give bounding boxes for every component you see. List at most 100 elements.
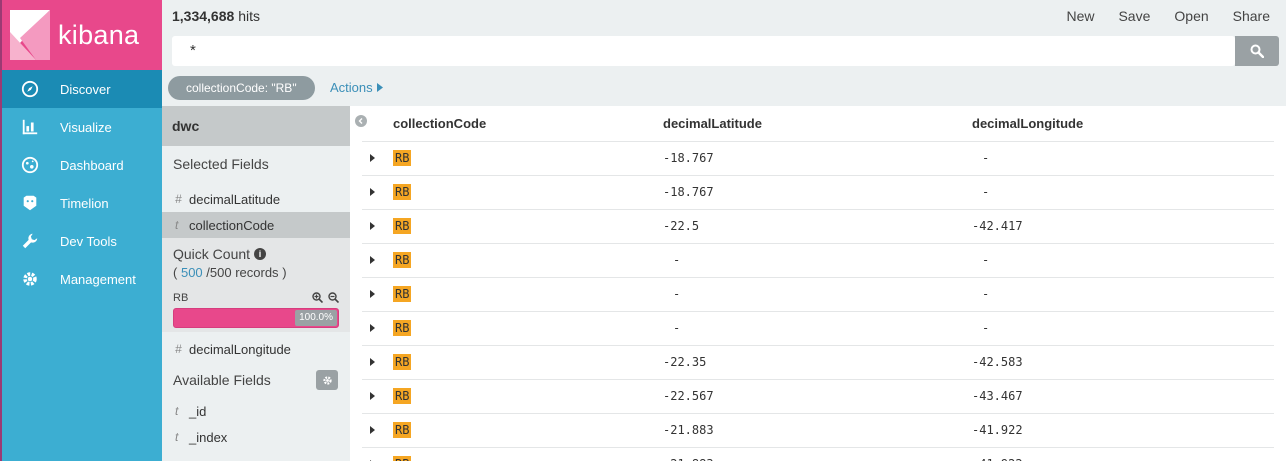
- table-body: RB -18.767- RB -18.767- RB -22.5 -42.417 RB - - RB…: [362, 141, 1274, 461]
- table-cell-collectionCode: RB: [393, 447, 663, 461]
- compass-icon: [20, 79, 40, 99]
- search-button[interactable]: [1235, 36, 1279, 66]
- table-cell-decimalLatitude: -: [663, 311, 972, 346]
- kibana-logo[interactable]: kibana: [2, 0, 162, 70]
- quick-count-value: RB: [173, 292, 189, 304]
- expand-row-cell[interactable]: [362, 447, 393, 461]
- table-cell-decimalLongitude: -42.417: [972, 209, 1274, 244]
- nav-item-label: Visualize: [60, 119, 112, 135]
- expand-row-cell[interactable]: [362, 413, 393, 448]
- field-settings-button[interactable]: [316, 370, 338, 390]
- dashboard-icon: [20, 155, 40, 175]
- nav-item-visualize[interactable]: Visualize: [2, 108, 162, 146]
- table-header-row: collectionCode decimalLatitude decimalLo…: [362, 106, 1274, 142]
- info-icon[interactable]: i: [254, 248, 267, 260]
- highlighted-value: RB: [393, 354, 412, 370]
- index-pattern-title[interactable]: dwc: [162, 106, 350, 146]
- table-row[interactable]: RB -21.883-41.922: [362, 413, 1274, 448]
- field-sidebar: dwc Selected Fields # decimalLatitude t …: [162, 106, 350, 461]
- highlighted-value: RB: [393, 456, 412, 461]
- document-table-area: collectionCode decimalLatitude decimalLo…: [350, 106, 1286, 461]
- record-count-link[interactable]: 500: [181, 265, 203, 280]
- table-row[interactable]: RB -22.5 -42.417: [362, 209, 1274, 244]
- table-row[interactable]: RB - -: [362, 277, 1274, 312]
- table-row[interactable]: RB -22.35 -42.583: [362, 345, 1274, 380]
- field-decimalLongitude[interactable]: # decimalLongitude: [162, 336, 350, 362]
- search-input[interactable]: *: [172, 36, 1235, 66]
- column-header-decimalLongitude[interactable]: decimalLongitude: [972, 106, 1274, 142]
- nav-item-dev-tools[interactable]: Dev Tools: [2, 222, 162, 260]
- nav-item-timelion[interactable]: Timelion: [2, 184, 162, 222]
- table-row[interactable]: RB - -: [362, 311, 1274, 346]
- expand-row-cell[interactable]: [362, 345, 393, 380]
- table-row[interactable]: RB -21.883-41.922: [362, 447, 1274, 461]
- gear-icon: [20, 269, 40, 289]
- table-row[interactable]: RB - -: [362, 243, 1274, 278]
- highlighted-value: RB: [393, 184, 412, 200]
- caret-right-icon: [370, 256, 375, 264]
- string-type-icon: t: [175, 404, 179, 418]
- quick-count-label: Quick Count: [173, 246, 251, 262]
- open-button[interactable]: Open: [1174, 8, 1208, 24]
- highlighted-value: RB: [393, 422, 412, 438]
- expand-row-cell[interactable]: [362, 175, 393, 210]
- field-name: decimalLatitude: [189, 191, 281, 207]
- table-cell-collectionCode: RB: [393, 175, 663, 210]
- quick-count-title: Quick Count i: [173, 246, 339, 262]
- expand-row-cell[interactable]: [362, 209, 393, 244]
- expand-row-cell[interactable]: [362, 379, 393, 414]
- number-type-icon: #: [175, 192, 182, 206]
- caret-right-icon: [370, 222, 375, 230]
- nav-item-label: Discover: [60, 81, 111, 97]
- selected-field-decimalLatitude[interactable]: # decimalLatitude: [162, 186, 350, 212]
- share-button[interactable]: Share: [1233, 8, 1270, 24]
- table-cell-decimalLatitude: -18.767: [663, 141, 972, 176]
- expand-row-cell[interactable]: [362, 277, 393, 312]
- caret-right-icon: [370, 358, 375, 366]
- actions-link[interactable]: Actions: [330, 80, 384, 95]
- filter-pill[interactable]: collectionCode: "RB": [168, 76, 315, 100]
- table-row[interactable]: RB -22.567 -43.467: [362, 379, 1274, 414]
- expand-row-cell[interactable]: [362, 311, 393, 346]
- table-cell-decimalLatitude: -18.767: [663, 175, 972, 210]
- column-header-collectionCode[interactable]: collectionCode: [393, 106, 663, 142]
- table-cell-decimalLongitude: -: [972, 243, 1274, 278]
- save-button[interactable]: Save: [1118, 8, 1150, 24]
- expand-row-cell[interactable]: [362, 243, 393, 278]
- record-total: /500 records: [206, 265, 279, 280]
- nav-item-label: Timelion: [60, 195, 109, 211]
- table-cell-decimalLatitude: -22.567: [663, 379, 972, 414]
- quick-count-percent: 100.0%: [295, 310, 337, 326]
- new-button[interactable]: New: [1066, 8, 1094, 24]
- table-cell-collectionCode: RB: [393, 345, 663, 380]
- nav-item-dashboard[interactable]: Dashboard: [2, 146, 162, 184]
- table-row[interactable]: RB -18.767-: [362, 175, 1274, 210]
- open-paren: (: [173, 265, 178, 280]
- string-type-icon: t: [175, 218, 179, 232]
- field-name: _id: [189, 403, 207, 419]
- nav-item-discover[interactable]: Discover: [2, 70, 162, 108]
- table-row[interactable]: RB -18.767-: [362, 141, 1274, 176]
- column-header-decimalLatitude[interactable]: decimalLatitude: [663, 106, 972, 142]
- field-_id[interactable]: t _id: [162, 398, 350, 424]
- expand-row-cell[interactable]: [362, 141, 393, 176]
- kibana-logo-icon: [10, 10, 50, 60]
- wrench-icon: [20, 231, 40, 251]
- highlighted-value: RB: [393, 218, 412, 234]
- zoom-out-icon[interactable]: [328, 292, 340, 304]
- zoom-in-icon[interactable]: [312, 292, 324, 304]
- table-cell-decimalLatitude: -: [663, 243, 972, 278]
- table-cell-decimalLatitude: -21.883: [663, 413, 972, 448]
- table-cell-collectionCode: RB: [393, 209, 663, 244]
- quick-count-bar[interactable]: 100.0%: [173, 308, 339, 328]
- actions-label: Actions: [330, 80, 373, 95]
- highlighted-value: RB: [393, 150, 412, 166]
- table-cell-decimalLongitude: -42.583: [972, 345, 1274, 380]
- caret-right-icon: [370, 324, 375, 332]
- caret-right-icon: [370, 154, 375, 162]
- nav-item-management[interactable]: Management: [2, 260, 162, 298]
- selected-field-collectionCode[interactable]: t collectionCode: [162, 212, 350, 238]
- available-fields-title: Available Fields: [173, 372, 271, 388]
- table-cell-decimalLatitude: -: [663, 277, 972, 312]
- field-_index[interactable]: t _index: [162, 424, 350, 450]
